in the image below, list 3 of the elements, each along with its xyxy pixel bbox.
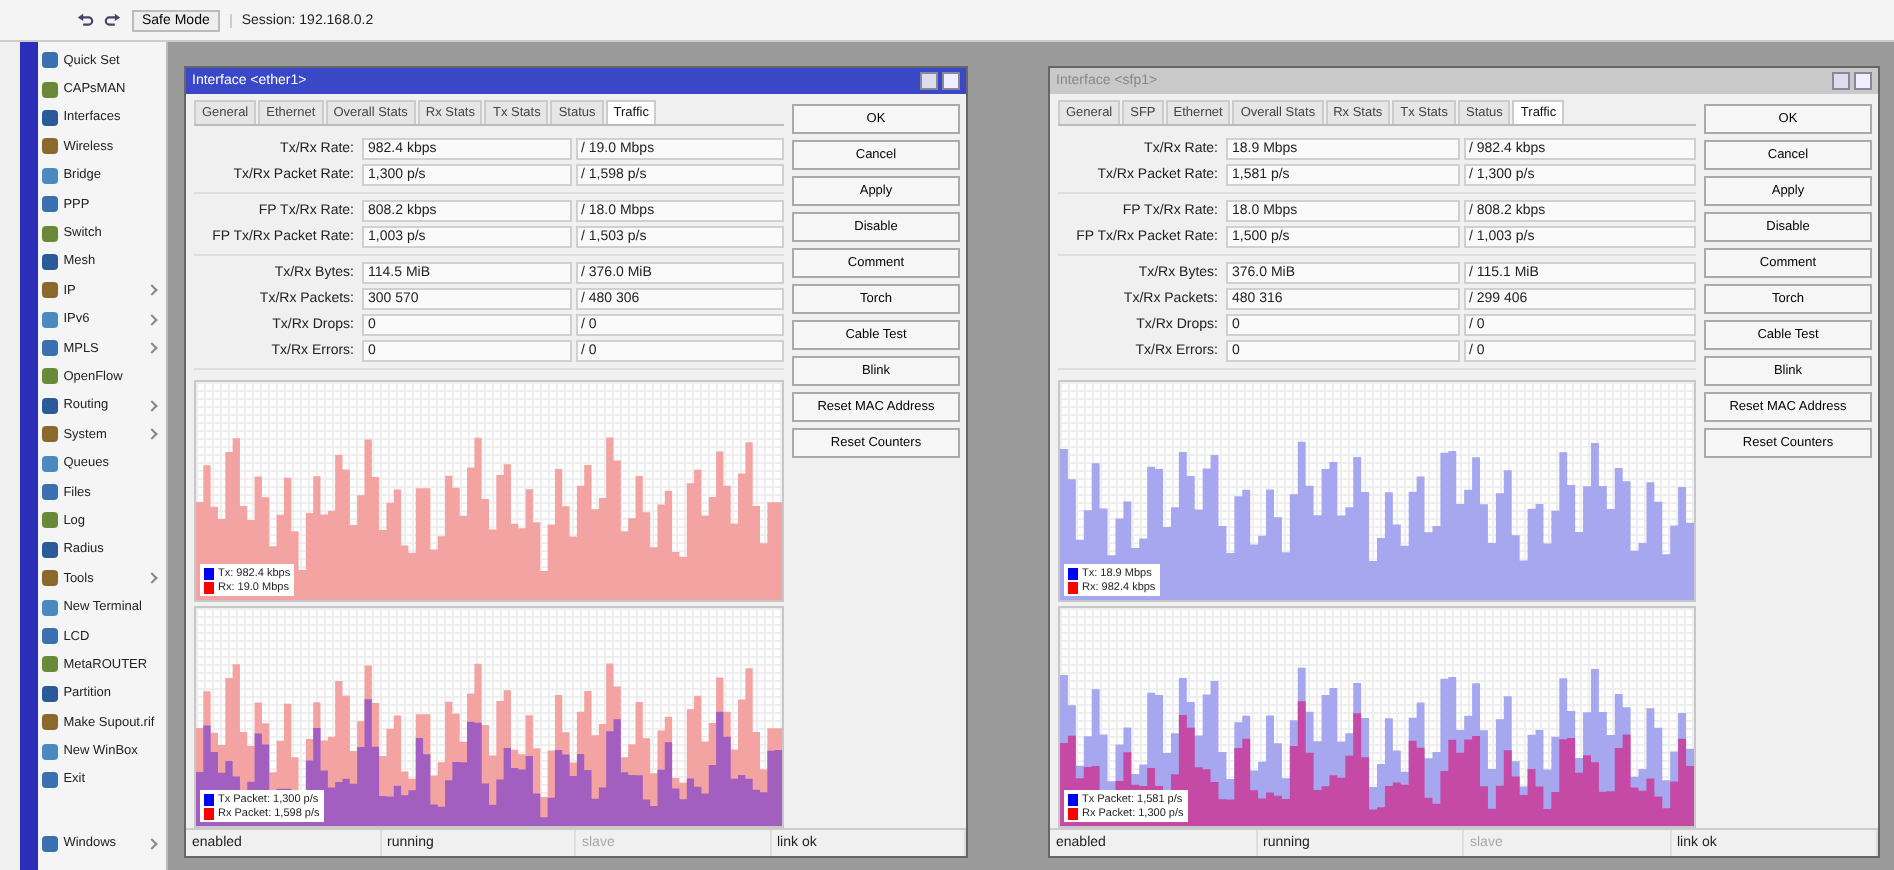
redo-icon[interactable] (104, 11, 122, 29)
menu-icon (41, 835, 58, 852)
undo-icon[interactable] (76, 11, 94, 29)
